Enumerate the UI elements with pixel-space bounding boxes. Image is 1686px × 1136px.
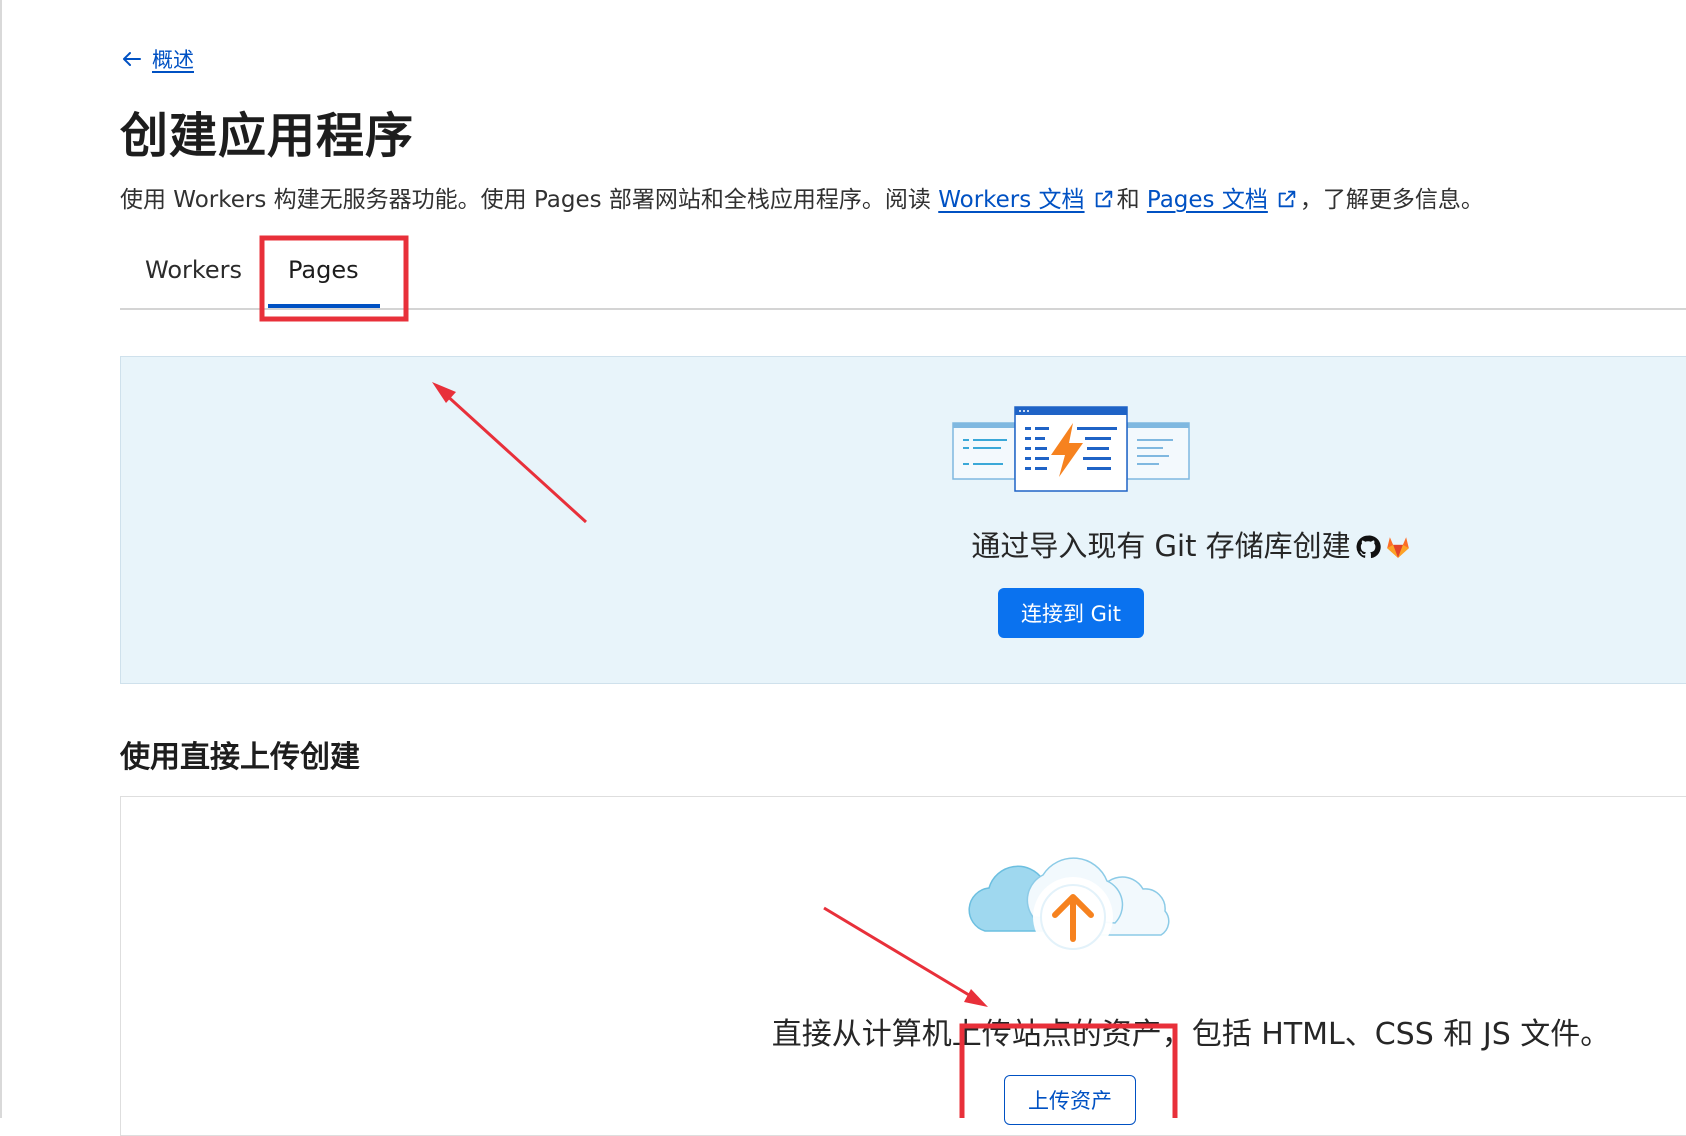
pages-docs-link[interactable]: Pages 文档 — [1147, 187, 1268, 213]
back-link-label: 概述 — [152, 48, 194, 72]
external-link-icon — [1095, 190, 1112, 208]
direct-upload-description: 直接从计算机上传站点的资产，包括 HTML、CSS 和 JS 文件。 — [771, 1017, 1611, 1052]
git-pages-illustration — [952, 406, 1190, 492]
tab-workers[interactable]: Workers — [145, 256, 242, 284]
direct-upload-heading: 使用直接上传创建 — [120, 740, 360, 775]
page-description: 使用 Workers 构建无服务器功能。使用 Pages 部署网站和全栈应用程序… — [120, 180, 1484, 214]
workers-docs-link[interactable]: Workers 文档 — [938, 187, 1084, 213]
active-tab-indicator — [268, 304, 380, 308]
window-edge — [0, 0, 2, 1118]
direct-upload-panel: 直接从计算机上传站点的资产，包括 HTML、CSS 和 JS 文件。 上传资产 — [120, 796, 1686, 1136]
connect-to-git-button[interactable]: 连接到 Git — [998, 588, 1144, 638]
description-and: 和 — [1116, 187, 1147, 213]
page-title: 创建应用程序 — [120, 108, 415, 164]
tab-pages[interactable]: Pages — [288, 256, 359, 284]
gitlab-icon[interactable] — [1385, 534, 1411, 560]
back-link-overview[interactable]: 概述 — [120, 44, 194, 74]
description-suffix: ，了解更多信息。 — [1299, 187, 1484, 213]
git-import-panel: 通过导入现有 Git 存储库创建 连接到 Git — [120, 356, 1686, 684]
git-import-heading-text: 通过导入现有 Git 存储库创建 — [971, 529, 1351, 563]
github-icon[interactable] — [1355, 534, 1381, 560]
tab-bar: Workers Pages — [120, 236, 1686, 310]
cloud-upload-illustration — [968, 857, 1170, 957]
arrow-left-icon — [123, 52, 141, 66]
git-import-heading: 通过导入现有 Git 存储库创建 — [121, 523, 1686, 565]
description-text: 使用 Workers 构建无服务器功能。使用 Pages 部署网站和全栈应用程序… — [120, 187, 939, 213]
external-link-icon — [1278, 190, 1296, 208]
